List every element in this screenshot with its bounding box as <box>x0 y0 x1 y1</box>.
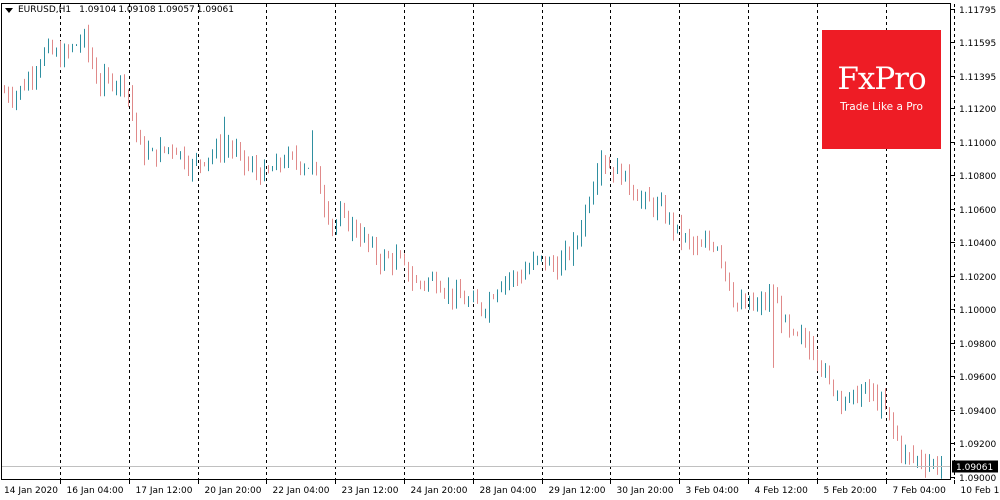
time-axis: 14 Jan 2020 16 Jan 04:00 17 Jan 12:00 20 Ja… <box>4 480 1000 496</box>
close-value: 1.09061 <box>196 5 234 15</box>
price-tick-label: 1.11395 <box>959 73 996 83</box>
plot-frame <box>1 3 951 480</box>
price-tick-label: 1.10000 <box>959 306 996 316</box>
time-tick-label: 5 Feb 20:00 <box>824 486 878 496</box>
grid-lines <box>60 4 955 479</box>
price-tick-label: 1.10800 <box>959 172 996 182</box>
last-price-marker: 1.09061 <box>2 460 998 473</box>
time-tick-label: 7 Feb 04:00 <box>893 486 947 496</box>
price-tick-label: 1.11200 <box>959 105 996 115</box>
price-tick-label: 1.09400 <box>959 407 996 417</box>
high-value: 1.09108 <box>118 5 156 15</box>
time-tick-label: 23 Jan 12:00 <box>342 486 399 496</box>
open-value: 1.09104 <box>79 5 117 15</box>
chart-window[interactable]: 1.11795 1.11595 1.11395 1.11200 1.11000 1.108… <box>0 0 1000 500</box>
last-price-label: 1.09061 <box>956 463 993 473</box>
price-tick-label: 1.10600 <box>959 206 996 216</box>
time-tick-label: 14 Jan 2020 <box>4 486 58 496</box>
time-tick-label: 22 Jan 04:00 <box>273 486 330 496</box>
time-tick-label: 4 Feb 12:00 <box>755 486 809 496</box>
price-tick-label: 1.09800 <box>959 340 996 350</box>
time-tick-label: 17 Jan 12:00 <box>136 486 193 496</box>
time-tick-label: 28 Jan 04:00 <box>480 486 537 496</box>
time-tick-label: 29 Jan 12:00 <box>549 486 606 496</box>
time-tick-label: 10 Feb 12:00 <box>961 486 1000 496</box>
price-tick-label: 1.11000 <box>959 139 996 149</box>
time-tick-label: 3 Feb 04:00 <box>686 486 740 496</box>
time-tick-label: 20 Jan 20:00 <box>205 486 262 496</box>
price-tick-label: 1.09600 <box>959 373 996 383</box>
symbol-label: EURUSD,H1 <box>18 5 72 15</box>
low-value: 1.09057 <box>157 5 195 15</box>
time-tick-label: 16 Jan 04:00 <box>67 486 124 496</box>
chart-header: EURUSD,H1 1.09104 1.09108 1.09057 1.0906… <box>5 3 236 17</box>
price-tick-label: 1.11595 <box>959 39 996 49</box>
triangle-down-icon[interactable] <box>5 7 13 13</box>
logo-slogan: Trade Like a Pro <box>840 101 923 113</box>
logo-brand: FxPro <box>837 61 926 97</box>
price-tick-label: 1.09000 <box>959 474 996 484</box>
price-tick-label: 1.09200 <box>959 440 996 450</box>
time-tick-label: 24 Jan 20:00 <box>411 486 468 496</box>
fxpro-logo: FxPro Trade Like a Pro <box>822 30 941 149</box>
price-tick-label: 1.10400 <box>959 239 996 249</box>
price-tick-label: 1.10200 <box>959 273 996 283</box>
price-tick-label: 1.11795 <box>959 6 996 16</box>
price-axis: 1.11795 1.11595 1.11395 1.11200 1.11000 1.108… <box>951 6 996 484</box>
time-tick-label: 30 Jan 20:00 <box>617 486 674 496</box>
